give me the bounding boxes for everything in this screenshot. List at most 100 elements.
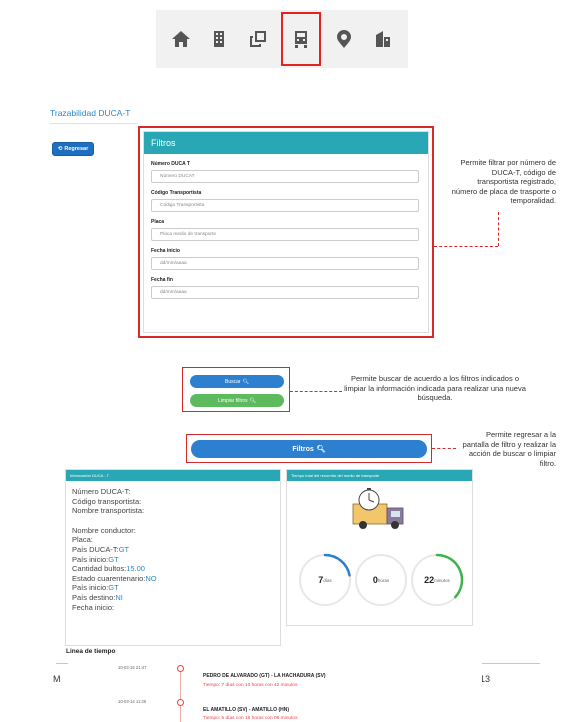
- info-label: Código transportista:: [72, 496, 142, 506]
- filter-panel-highlight: Filtros Número DUCA T Número DUCAT Códig…: [138, 126, 434, 338]
- breadcrumb[interactable]: Trazabilidad DUCA-T: [50, 108, 138, 124]
- info-row: Nombre transportista:: [72, 506, 274, 516]
- truck-icon: [295, 31, 308, 48]
- field-fecha-fin: Fecha fin dd/mm/aaaa: [144, 277, 428, 299]
- location-icon: [337, 30, 352, 48]
- search-buttons-highlight: Buscar 🔍︎ Limpiar filtros 🔍︎: [182, 367, 290, 412]
- timeline-date: 10-03-14 11:36: [118, 699, 147, 704]
- info-row: Fecha inicio:: [72, 603, 274, 613]
- info-row: País destino:NI: [72, 593, 274, 603]
- gauge-hours: 0 horas: [353, 552, 409, 608]
- clear-filters-label: Limpiar filtros: [217, 397, 248, 404]
- info-value: NI: [115, 592, 123, 602]
- info-label: Cantidad bultos:: [72, 564, 127, 574]
- timeline-route: PEDRO DE ALVARADO (GT) - LA HACHADURA (S…: [203, 673, 326, 679]
- info-value: GT: [118, 544, 130, 554]
- duca-info-title: Información DUCA - T: [66, 470, 280, 481]
- timeline-line: [180, 666, 181, 722]
- travel-time-title: Tiempo total del recorrido del medio de …: [287, 470, 472, 481]
- info-row: Número DUCA-T:: [72, 487, 274, 497]
- timeline-title: Linea de tiempo: [66, 648, 116, 655]
- nav-building[interactable]: [204, 24, 234, 54]
- filter-note-connector-v: [498, 212, 499, 246]
- filtros-button-highlight: Filtros 🔍︎: [186, 434, 432, 463]
- field-duca-label: Número DUCA T: [151, 161, 190, 167]
- fecha-fin-input[interactable]: dd/mm/aaaa: [151, 286, 419, 299]
- gauge-minutes-text: 22 minutos: [409, 552, 465, 608]
- timeline-duration: Tiempo: 7 días con 10 horas con 42 minut…: [203, 683, 298, 688]
- timeline-dot: [177, 665, 184, 672]
- transportista-input[interactable]: Código Transportista: [151, 199, 419, 212]
- delivery-truck-icon: [352, 488, 404, 529]
- info-label: Estado cuarentenario:: [72, 573, 146, 583]
- back-note-connector: [432, 448, 456, 449]
- page: Trazabilidad DUCA-T ⟲ Regresar Filtros N…: [0, 0, 564, 722]
- clear-filters-button[interactable]: Limpiar filtros 🔍︎: [190, 394, 284, 407]
- nav-home[interactable]: [166, 24, 196, 54]
- copy-icon: [249, 31, 266, 47]
- search-icon: 🔍︎: [316, 446, 326, 453]
- duca-info-body: Número DUCA-T: Código transportista: Nom…: [66, 481, 280, 618]
- field-transportista-label: Código Transportista: [151, 190, 202, 196]
- footer-left-text: M: [53, 674, 61, 684]
- nav-location[interactable]: [329, 24, 359, 54]
- filter-note: Permite filtrar por número de DUCA-T, có…: [451, 158, 556, 205]
- timeline-route: EL AMATILLO (SV) - AMATILLO (HN): [203, 707, 290, 713]
- filtros-button-label: Filtros: [292, 445, 314, 453]
- search-icon: 🔍︎: [249, 397, 257, 404]
- search-note: Permite buscar de acuerdo a los filtros …: [344, 374, 526, 402]
- info-value: GT: [108, 554, 119, 564]
- info-row: País DUCA-T:GT: [72, 545, 274, 555]
- info-label: País inicio:: [72, 583, 109, 593]
- field-placa: Placa Placa medio de transporte: [144, 219, 428, 241]
- filter-panel-title: Filtros: [144, 132, 428, 154]
- timeline-dot: [177, 699, 184, 706]
- back-note: Permite regresar a la pantalla de filtro…: [462, 430, 556, 468]
- info-row: Código transportista:: [72, 497, 274, 507]
- undo-icon: ⟲: [57, 146, 63, 152]
- nav-truck[interactable]: [281, 12, 322, 66]
- warehouse-icon: [375, 31, 390, 47]
- field-fecha-fin-label: Fecha fin: [151, 277, 173, 283]
- gauge-hours-text: 0 horas: [353, 552, 409, 608]
- info-row: Cantidad bultos:15.00: [72, 564, 274, 574]
- field-fecha-inicio: Fecha inicio dd/mm/aaaa: [144, 248, 428, 270]
- top-nav: [156, 10, 408, 68]
- duca-input[interactable]: Número DUCAT: [151, 170, 419, 183]
- gauge-days-text: 7 días: [297, 552, 353, 608]
- info-row: Placa:: [72, 535, 274, 545]
- info-value: NO: [145, 573, 157, 583]
- gauge-minutes-value: 22: [424, 575, 435, 585]
- back-button[interactable]: ⟲ Regresar: [52, 142, 94, 156]
- info-row: Estado cuarentenario:NO: [72, 574, 274, 584]
- info-value: 15.00: [126, 564, 145, 574]
- info-label: Nombre conductor:: [72, 525, 136, 535]
- placa-input[interactable]: Placa medio de transporte: [151, 228, 419, 241]
- info-label: Nombre transportista:: [72, 506, 145, 516]
- field-placa-label: Placa: [151, 219, 165, 225]
- info-value: GT: [108, 583, 119, 593]
- info-label: País inicio:: [72, 554, 109, 564]
- field-duca: Número DUCA T Número DUCAT: [144, 161, 428, 183]
- gauge-minutes: 22 minutos: [409, 552, 465, 608]
- home-icon: [172, 31, 191, 47]
- search-note-connector: [290, 391, 342, 392]
- timeline-duration: Tiempo: 5 días con 16 horas con 06 minut…: [203, 716, 298, 721]
- filtros-button[interactable]: Filtros 🔍︎: [191, 440, 427, 458]
- gauge-minutes-unit: minutos: [434, 577, 450, 583]
- info-row: Nombre conductor:: [72, 526, 274, 536]
- fecha-inicio-input[interactable]: dd/mm/aaaa: [151, 257, 419, 270]
- building-icon: [214, 31, 225, 47]
- timeline-date: 10-03-15 21:47: [118, 665, 147, 670]
- search-icon: 🔍︎: [242, 378, 249, 385]
- gauge-days-unit: días: [323, 577, 332, 583]
- gauge-hours-unit: horas: [377, 577, 390, 583]
- info-label: País DUCA-T:: [72, 544, 119, 554]
- filter-note-connector-h: [434, 246, 498, 247]
- nav-warehouse[interactable]: [368, 24, 398, 54]
- info-row: País inicio:GT: [72, 555, 274, 565]
- nav-copy[interactable]: [243, 24, 273, 54]
- travel-time-panel: Tiempo total del recorrido del medio de …: [286, 469, 473, 626]
- search-button[interactable]: Buscar 🔍︎: [190, 375, 284, 388]
- info-label: Placa:: [72, 535, 93, 545]
